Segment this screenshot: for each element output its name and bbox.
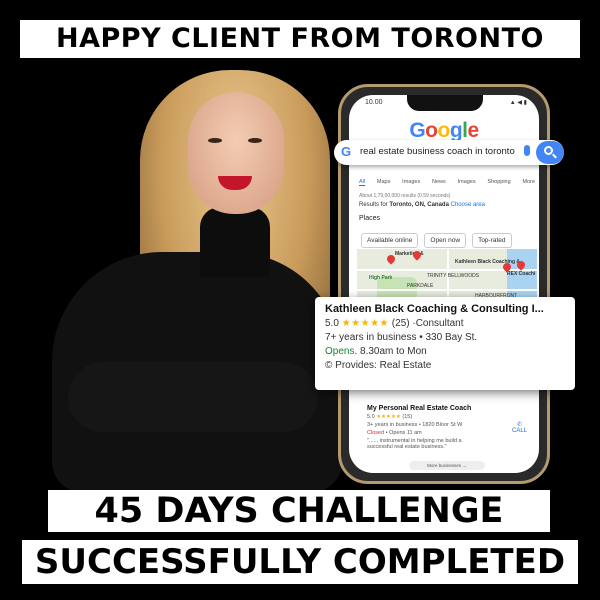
chip-open-now[interactable]: Open now [424, 233, 467, 248]
second-result-hours: Closed • Opens 11 am [367, 430, 535, 436]
business-title[interactable]: Kathleen Black Coaching & Consulting I..… [325, 303, 565, 315]
tab-more[interactable]: More [522, 179, 535, 186]
business-rating: 5.0 ★★★★★ (25) ·Consultant [325, 318, 565, 329]
crossed-arms [68, 362, 318, 432]
results-for-prefix: Results for [359, 202, 388, 208]
turtleneck-collar [200, 207, 270, 277]
closed-label: Closed [367, 430, 385, 436]
star-rating-icon: ★★★★★ [376, 414, 401, 420]
top-banner: HAPPY CLIENT FROM TORONTO [20, 20, 580, 58]
phone-icon: ✆ [516, 422, 522, 428]
opens-label: Opens [325, 346, 355, 357]
business-category: ·Consultant [412, 318, 464, 329]
right-eye [248, 138, 262, 143]
opens-time: • Opens 11 am [384, 430, 422, 436]
tab-images-2[interactable]: Images [458, 179, 476, 186]
search-icon-handle [552, 153, 557, 159]
tab-images[interactable]: Images [402, 179, 420, 186]
search-input[interactable]: real estate business coach in toronto [360, 146, 515, 157]
status-time: 10.00 [365, 99, 383, 106]
status-icons: ▲ ◀ ▮ [509, 100, 527, 106]
search-button[interactable] [536, 141, 564, 164]
places-heading: Places [359, 215, 381, 222]
map-label: PARKDALE [407, 283, 434, 289]
logo-letter: o [437, 119, 450, 142]
second-result-title[interactable]: My Personal Real Estate Coach [367, 405, 535, 412]
business-details: 7+ years in business • 330 Bay St. [325, 332, 478, 343]
search-tabs: All Maps Images News Images Shopping Mor… [359, 179, 535, 186]
tab-all[interactable]: All [359, 179, 366, 186]
star-rating-icon: ★★★★★ [341, 318, 390, 329]
second-result-details: 3+ years in business • 1820 Bloor St W [367, 422, 463, 428]
rating-value: 5.0 [325, 318, 339, 329]
review-count: (25) [391, 318, 410, 329]
map-label: REX Coachi [507, 271, 536, 277]
review-quote-2: successful real estate business." [367, 444, 447, 450]
map-label: TRINITY BELLWOODS [427, 273, 480, 279]
results-location: Toronto, ON, Canada [389, 202, 449, 208]
business-provides: © Provides: Real Estate [325, 360, 432, 371]
business-hours: Opens. 8.30am to Mon [325, 346, 565, 357]
second-result[interactable]: My Personal Real Estate Coach 5.0 ★★★★★ … [367, 405, 535, 450]
business-card[interactable]: Kathleen Black Coaching & Consulting I..… [315, 297, 575, 390]
filter-chips: Available online Open now Top-rated [361, 233, 512, 248]
logo-letter: g [449, 119, 463, 142]
result-count: About 1,79,00,000 results (0.59 seconds) [359, 193, 451, 199]
mic-icon[interactable] [524, 145, 530, 156]
tab-maps[interactable]: Maps [377, 179, 390, 186]
completed-banner: SUCCESSFULLY COMPLETED [22, 540, 578, 584]
map-road [357, 289, 537, 291]
second-rating-count: (15) [402, 414, 413, 420]
woman-portrait [40, 62, 342, 492]
more-businesses-button[interactable]: More businesses → [409, 461, 485, 470]
opens-time: . 8.30am to Mon [354, 346, 427, 357]
second-result-rating: 5.0 ★★★★★ (15) [367, 414, 535, 420]
logo-letter: e [467, 119, 479, 142]
call-label: CALL [511, 428, 527, 434]
call-button[interactable]: ✆ CALL [512, 421, 527, 434]
results-for: Results for Toronto, ON, Canada Choose a… [359, 202, 485, 208]
map-label: High Park [369, 275, 393, 281]
choose-area-link[interactable]: Choose area [451, 202, 485, 208]
logo-letter: o [425, 119, 438, 142]
map-label: Kathleen Black Coaching &... [455, 259, 525, 265]
logo-letter: G [409, 119, 426, 142]
tab-shopping[interactable]: Shopping [487, 179, 510, 186]
tab-news[interactable]: News [432, 179, 446, 186]
phone-notch [407, 95, 483, 111]
challenge-banner: 45 DAYS CHALLENGE [48, 490, 550, 532]
left-eye [208, 138, 222, 143]
chip-available-online[interactable]: Available online [361, 233, 419, 248]
chip-top-rated[interactable]: Top-rated [472, 233, 512, 248]
google-g-icon: G [341, 144, 352, 159]
second-rating-value: 5.0 [367, 414, 375, 420]
face [188, 92, 284, 214]
search-bar[interactable]: G real estate business coach in toronto [334, 140, 564, 165]
